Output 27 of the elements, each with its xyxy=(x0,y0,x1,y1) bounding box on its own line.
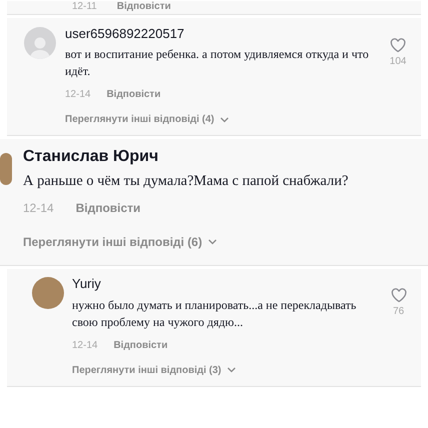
reply-link[interactable]: Відповісти xyxy=(114,338,168,352)
comment-author[interactable]: user6596892220517 xyxy=(65,26,370,42)
comment-date: 12-14 xyxy=(65,88,91,102)
heart-icon[interactable] xyxy=(390,288,406,304)
comment-author[interactable]: Станислав Юрич xyxy=(23,147,403,168)
like-count: 76 xyxy=(392,305,404,320)
like-count: 104 xyxy=(390,55,406,69)
avatar-photo-placeholder[interactable] xyxy=(32,277,64,310)
reply-link[interactable]: Відповісти xyxy=(116,1,171,12)
person-silhouette-icon xyxy=(29,35,51,59)
comment-date: 12-11 xyxy=(72,1,97,12)
chevron-down-icon xyxy=(220,116,230,123)
view-more-replies-button[interactable]: Переглянути інші відповіді (3) xyxy=(72,362,236,378)
comment-text: вот и воспитание ребенка. а потом удивляемся откуда и что идёт. xyxy=(65,46,370,80)
reply-link[interactable]: Відповісти xyxy=(106,87,161,102)
chevron-down-icon xyxy=(227,367,236,373)
comment-author[interactable]: Yuriy xyxy=(72,276,384,292)
comment-date: 12-14 xyxy=(72,338,98,352)
comment-text: нужно было думать и планировать...а не перекладывать свою проблему на чужого дядю... xyxy=(72,296,358,330)
view-more-replies-button[interactable]: Переглянути інші відповіді (6) xyxy=(23,233,218,252)
avatar-photo-placeholder[interactable] xyxy=(0,153,12,186)
heart-icon[interactable] xyxy=(390,38,406,53)
comment-text: А раньше о чём ты думала?Мама с папой снабжали? xyxy=(23,172,350,192)
view-more-replies-button[interactable]: Переглянути інші відповіді (4) xyxy=(65,112,230,128)
comment-date: 12-14 xyxy=(23,200,54,218)
reply-link[interactable]: Відповісти xyxy=(76,199,141,218)
chevron-down-icon xyxy=(208,239,218,246)
